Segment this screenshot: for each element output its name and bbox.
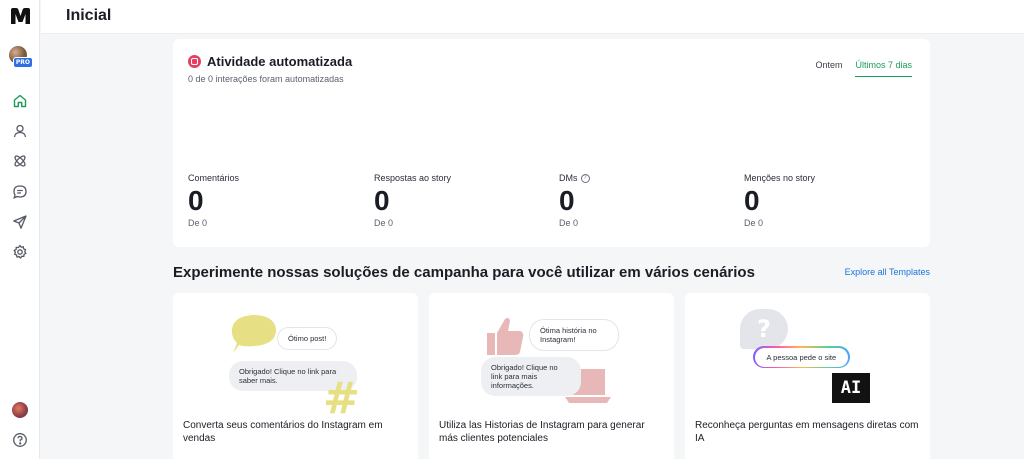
speech-bubble-icon <box>231 315 277 353</box>
template-caption: Converta seus comentários do Instagram e… <box>183 420 383 444</box>
manychat-logo-icon[interactable] <box>10 7 31 25</box>
ai-badge: AI <box>832 373 870 403</box>
help-icon[interactable] <box>12 432 28 448</box>
hashtag-icon: # <box>323 373 360 424</box>
stat-story-replies: Respostas ao story 0 De 0 <box>374 173 554 228</box>
stat-note: De 0 <box>559 218 579 228</box>
section-title: Experimente nossas soluções de campanha … <box>173 264 755 281</box>
stat-label: Menções no story <box>744 173 816 183</box>
settings-icon[interactable] <box>12 244 28 260</box>
template-card-stories[interactable]: Ótima história no Instagram! Obrigado! C… <box>429 293 674 459</box>
explore-templates-link[interactable]: Explore all Templates <box>845 267 930 277</box>
stat-value: 0 <box>374 185 390 216</box>
stat-comments: Comentários 0 De 0 <box>188 173 368 228</box>
stat-dms: DMs ? 0 De 0 <box>559 173 739 228</box>
help-circle-icon[interactable]: ? <box>580 173 590 183</box>
broadcast-icon[interactable] <box>12 214 28 230</box>
stat-story-mentions: Menções no story 0 De 0 <box>744 173 924 228</box>
activity-card: Atividade automatizada 0 de 0 interações… <box>173 39 930 247</box>
template-card-ai[interactable]: ? A pessoa pede o site AI Reconheça perg… <box>685 293 930 459</box>
chat-bubble-top: Ótima história no Instagram! <box>530 320 618 350</box>
top-bar: Inicial <box>41 0 1024 34</box>
ai-prompt-text: A pessoa pede o site <box>754 347 849 367</box>
stat-note: De 0 <box>744 218 764 228</box>
automation-icon[interactable] <box>12 153 28 169</box>
workspace-avatar[interactable]: PRO <box>9 46 33 68</box>
stat-note: De 0 <box>374 218 394 228</box>
question-bubble-icon: ? <box>740 309 788 349</box>
stat-value: 0 <box>188 185 204 216</box>
activity-subtitle: 0 de 0 interações foram automatizadas <box>188 74 344 84</box>
instagram-icon <box>188 55 201 68</box>
sidebar: PRO <box>0 0 40 459</box>
activity-title-row: Atividade automatizada <box>188 54 352 69</box>
tab-last-7-days[interactable]: Últimos 7 dias <box>855 60 912 77</box>
chat-bubble-top: Ótimo post! <box>278 328 337 349</box>
ai-prompt-pill: A pessoa pede o site <box>753 346 850 368</box>
tab-yesterday[interactable]: Ontem <box>815 60 842 77</box>
stat-label: Comentários <box>188 173 240 183</box>
home-icon[interactable] <box>12 93 28 109</box>
chat-bubble-bottom: Obrigado! Clique no link para mais infor… <box>481 357 581 396</box>
page-title: Inicial <box>66 7 112 24</box>
template-caption: Utiliza las Historias de Instagram para … <box>439 420 645 444</box>
activity-title: Atividade automatizada <box>207 54 353 69</box>
stat-label-row: DMs ? <box>559 173 739 183</box>
stat-label: Respostas ao story <box>374 173 452 183</box>
pro-badge: PRO <box>12 57 33 68</box>
thumbs-up-icon <box>487 317 524 355</box>
template-caption: Reconheça perguntas em mensagens diretas… <box>695 420 919 444</box>
stat-note: De 0 <box>188 218 208 228</box>
stat-value: 0 <box>744 185 760 216</box>
user-avatar[interactable] <box>12 402 28 418</box>
chat-icon[interactable] <box>12 184 28 200</box>
contacts-icon[interactable] <box>12 123 28 139</box>
stat-value: 0 <box>559 185 575 216</box>
period-tabs: Ontem Últimos 7 dias <box>815 60 912 77</box>
template-card-comments[interactable]: Ótimo post! Obrigado! Clique no link par… <box>173 293 418 459</box>
stat-label: DMs <box>559 173 578 183</box>
